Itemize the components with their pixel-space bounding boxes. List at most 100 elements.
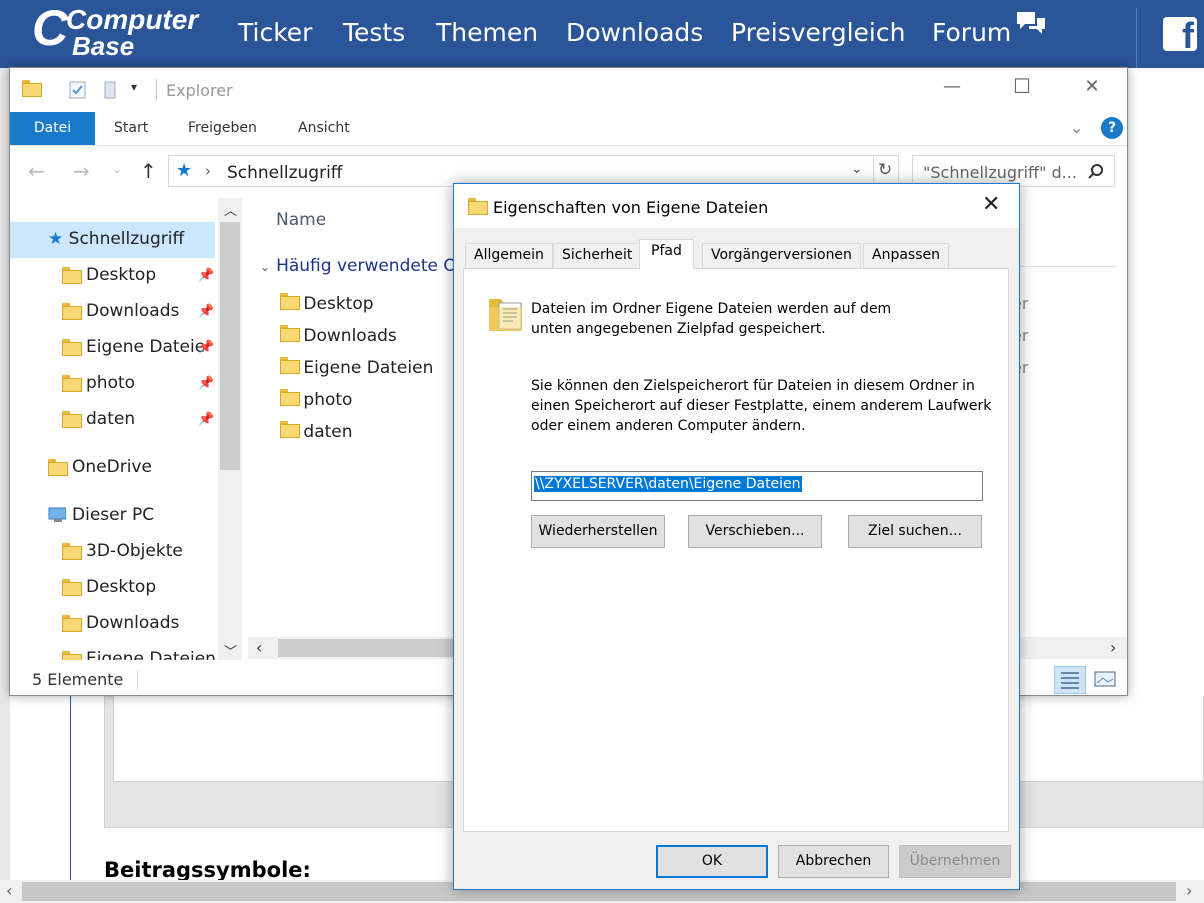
tab-start[interactable]: Start <box>114 120 148 136</box>
ribbon-tabs: Datei Start Freigeben Ansicht ⌄ ? <box>10 111 1127 146</box>
restore-button[interactable]: Wiederherstellen <box>531 515 665 548</box>
navigation-pane: ★ Schnellzugriff Desktop 📌 Downloads 📌 E… <box>10 198 243 660</box>
tab-allgemein[interactable]: Allgemein <box>465 243 553 268</box>
sidebar-item-onedrive[interactable]: OneDrive <box>48 457 152 477</box>
target-path-field[interactable]: \\ZYXELSERVER\daten\Eigene Dateien <box>531 471 983 501</box>
explorer-titlebar[interactable]: ▾ Explorer — ☐ ✕ <box>10 68 1127 111</box>
file-item-daten[interactable]: daten <box>280 421 353 442</box>
sidebar-item-label: Downloads <box>86 301 180 321</box>
forward-icon[interactable]: → <box>73 159 90 183</box>
refresh-icon[interactable]: ↻ <box>878 160 892 180</box>
apply-button[interactable]: Übernehmen <box>899 845 1011 878</box>
folder-icon <box>22 80 42 99</box>
ribbon-expand-icon[interactable]: ⌄ <box>1070 118 1083 137</box>
quick-access-dropdown-icon[interactable]: ▾ <box>131 80 137 94</box>
desktop-folder-icon <box>62 579 82 596</box>
file-item-desktop[interactable]: Desktop <box>280 293 374 314</box>
file-item-eigene-dateien[interactable]: Eigene Dateien <box>280 357 433 378</box>
scrollbar-thumb[interactable] <box>278 639 458 657</box>
site-section-heading: Beitragssymbole: <box>104 858 311 880</box>
scroll-left-icon[interactable]: ‹ <box>6 881 12 900</box>
sidebar-item-label: daten <box>86 409 136 429</box>
site-logo-text-bottom: Base <box>72 31 135 61</box>
file-item-photo[interactable]: photo <box>280 389 352 410</box>
back-icon[interactable]: ← <box>28 159 45 183</box>
nav-downloads[interactable]: Downloads <box>566 18 703 47</box>
header-divider <box>1136 8 1137 68</box>
scroll-left-icon[interactable]: ‹ <box>256 638 262 657</box>
tab-anpassen[interactable]: Anpassen <box>863 243 949 268</box>
group-header-label: Häufig verwendete Or <box>276 256 464 276</box>
sidebar-item-eigene-dateien[interactable]: Eigene Dateie <box>62 337 205 357</box>
sidebar-item-schnellzugriff[interactable]: ★ Schnellzugriff <box>48 229 184 249</box>
scroll-right-icon[interactable]: › <box>1186 881 1192 900</box>
details-view-button[interactable] <box>1054 666 1086 694</box>
network-folder-icon <box>280 421 300 438</box>
nav-themen[interactable]: Themen <box>436 18 538 47</box>
help-icon[interactable]: ? <box>1101 117 1123 139</box>
downloads-folder-icon <box>62 615 82 632</box>
minimize-button[interactable]: — <box>937 76 967 97</box>
address-text[interactable]: Schnellzugriff <box>227 163 343 183</box>
nav-forum[interactable]: Forum <box>932 18 1011 47</box>
up-icon[interactable]: ↑ <box>140 159 157 183</box>
sidebar-item-pc-eigene-dateien[interactable]: Eigene Dateien <box>62 649 216 660</box>
group-header[interactable]: ⌄ Häufig verwendete Or <box>260 256 464 276</box>
desktop-folder-icon <box>280 293 300 310</box>
move-button[interactable]: Verschieben... <box>688 515 822 548</box>
documents-folder-icon <box>489 299 522 331</box>
forum-chat-icon[interactable] <box>1015 9 1047 37</box>
nav-preisvergleich[interactable]: Preisvergleich <box>731 18 905 47</box>
sidebar-item-daten[interactable]: daten <box>62 409 135 429</box>
tab-ansicht[interactable]: Ansicht <box>298 120 350 136</box>
sidebar-item-photo[interactable]: photo <box>62 373 135 393</box>
file-item-downloads[interactable]: Downloads <box>280 325 397 346</box>
column-header-name[interactable]: Name <box>276 210 326 230</box>
scroll-down-icon[interactable]: ﹀ <box>224 641 237 660</box>
sidebar-item-label: Desktop <box>86 265 157 285</box>
sidebar-item-dieser-pc[interactable]: Dieser PC <box>48 505 154 525</box>
new-folder-icon[interactable] <box>102 80 118 100</box>
3d-objects-folder-icon <box>62 543 82 560</box>
maximize-button[interactable]: ☐ <box>1007 74 1037 98</box>
tab-datei[interactable]: Datei <box>10 112 95 145</box>
properties-icon[interactable] <box>68 80 88 100</box>
pin-icon: 📌 <box>198 376 215 391</box>
tab-pfad[interactable]: Pfad <box>639 239 694 269</box>
scroll-up-icon[interactable]: ︿ <box>224 200 237 219</box>
cancel-button[interactable]: Abbrechen <box>778 845 889 878</box>
file-item-label: Desktop <box>303 294 374 314</box>
dialog-close-icon[interactable]: ✕ <box>982 192 1000 217</box>
sidebar-scrollbar[interactable]: ︿ ﹀ <box>218 198 242 660</box>
scroll-right-icon[interactable]: › <box>1110 638 1116 657</box>
pin-icon: 📌 <box>198 340 215 355</box>
sidebar-item-3d-objekte[interactable]: 3D-Objekte <box>62 541 183 561</box>
sidebar-item-desktop[interactable]: Desktop <box>62 265 156 285</box>
large-icons-view-button[interactable] <box>1092 668 1118 695</box>
target-path-value: \\ZYXELSERVER\daten\Eigene Dateien <box>534 476 802 492</box>
nav-ticker[interactable]: Ticker <box>238 18 312 47</box>
tab-freigeben[interactable]: Freigeben <box>188 120 257 136</box>
search-icon[interactable] <box>1087 163 1105 181</box>
sidebar-item-pc-downloads[interactable]: Downloads <box>62 613 179 633</box>
breadcrumb-chevron-icon[interactable]: › <box>205 162 211 180</box>
tab-vorgaengerversionen[interactable]: Vorgängerversionen <box>702 243 861 268</box>
scrollbar-thumb[interactable] <box>220 222 240 470</box>
facebook-icon[interactable]: f <box>1163 17 1197 51</box>
site-logo[interactable]: C <box>32 3 68 53</box>
dialog-titlebar[interactable]: Eigenschaften von Eigene Dateien ✕ <box>454 184 1019 228</box>
sidebar-item-pc-desktop[interactable]: Desktop <box>62 577 156 597</box>
nav-tests[interactable]: Tests <box>343 18 405 47</box>
tab-sicherheit[interactable]: Sicherheit <box>553 243 642 268</box>
description-line1: Sie können den Zielspeicherort für Datei… <box>531 378 975 394</box>
ok-button[interactable]: OK <box>656 845 768 878</box>
address-dropdown-icon[interactable]: ⌄ <box>851 161 863 177</box>
find-target-button[interactable]: Ziel suchen... <box>848 515 982 548</box>
sidebar-item-downloads[interactable]: Downloads <box>62 301 179 321</box>
close-button[interactable]: ✕ <box>1077 76 1107 97</box>
recent-locations-icon[interactable]: ⌄ <box>112 162 122 176</box>
pin-icon: 📌 <box>198 268 215 283</box>
documents-folder-icon <box>62 339 82 356</box>
star-icon: ★ <box>176 160 193 181</box>
file-item-label: Downloads <box>303 326 397 346</box>
